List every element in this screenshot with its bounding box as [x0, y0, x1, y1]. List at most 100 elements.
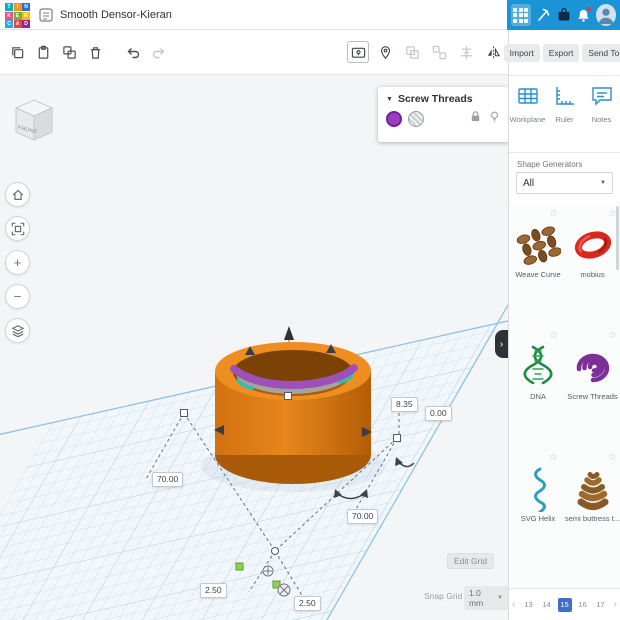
shape-tile-semi-buttress[interactable]: ☆ semi buttress t... [565, 450, 620, 572]
page-button-16[interactable]: 16 [576, 598, 590, 612]
undo-button[interactable] [122, 41, 144, 63]
raise-cone-handle[interactable] [284, 326, 294, 340]
shape-tile-weave-curve[interactable]: ☆ Weave Curve [515, 206, 561, 328]
shape-tile-svg-helix[interactable]: ☆ SVG Helix [515, 450, 561, 572]
paste-button[interactable] [32, 41, 54, 63]
logo-letter: R [22, 12, 30, 20]
shape-tile-label: semi buttress t... [565, 514, 620, 523]
import-button[interactable]: Import [504, 44, 540, 62]
scale-handle[interactable] [394, 435, 401, 442]
lock-icon[interactable] [469, 110, 482, 128]
document-title[interactable]: Smooth Densor-Kieran [60, 9, 172, 21]
scale-handle[interactable] [181, 410, 188, 417]
send-to-button[interactable]: Send To [582, 44, 620, 62]
fit-view-button[interactable] [5, 216, 30, 241]
screw-threads-thumbnail [570, 344, 616, 390]
ungroup-button[interactable] [428, 41, 450, 63]
pickaxe-icon[interactable] [535, 6, 551, 24]
prev-page-button[interactable]: ‹ [510, 599, 517, 610]
layers-view-button[interactable] [5, 318, 30, 343]
dimension-label[interactable]: 2.50 [294, 596, 321, 611]
apps-grid-icon[interactable] [511, 4, 531, 26]
zoom-in-icon: + [14, 255, 22, 270]
edit-grid-button[interactable]: Edit Grid [447, 553, 494, 569]
zoom-out-icon: − [14, 289, 22, 304]
group-button[interactable] [401, 41, 423, 63]
3d-viewport[interactable] [0, 75, 508, 620]
favorite-star-icon[interactable]: ☆ [608, 330, 617, 341]
workplane-tool[interactable]: Workplane [509, 84, 546, 124]
shape-tile-label: DNA [515, 392, 561, 401]
rotation-marker[interactable] [278, 584, 290, 596]
snap-handle[interactable] [236, 563, 243, 570]
shape-tile-label: mobius [565, 270, 620, 279]
dimension-label[interactable]: 0.00 [425, 406, 452, 421]
dimension-label[interactable]: 70.00 [152, 472, 183, 487]
shape-generators-label: Shape Generators [517, 160, 582, 169]
favorite-star-icon[interactable]: ☆ [608, 452, 617, 463]
gallery-scrollbar[interactable] [616, 206, 619, 270]
delete-button[interactable] [84, 41, 106, 63]
chevron-down-icon[interactable]: ▼ [386, 96, 393, 103]
user-avatar[interactable] [596, 4, 616, 26]
mirror-button[interactable] [482, 41, 504, 63]
shape-tile-screw-threads[interactable]: ☆ Screw Threads [565, 328, 620, 450]
logo-letter: K [5, 12, 13, 20]
lightbulb-icon[interactable] [488, 110, 501, 128]
corner-handle[interactable] [272, 548, 279, 555]
favorite-star-icon[interactable]: ☆ [549, 208, 558, 219]
ruler-tool[interactable]: Ruler [546, 84, 583, 124]
tag-tool-button[interactable] [374, 41, 396, 63]
align-button[interactable] [455, 41, 477, 63]
home-view-button[interactable] [5, 182, 30, 207]
page-button-13[interactable]: 13 [522, 598, 536, 612]
copy-button[interactable] [6, 41, 28, 63]
zoom-in-button[interactable]: + [5, 250, 30, 275]
chevron-down-icon: ▼ [600, 180, 606, 186]
page-button-14[interactable]: 14 [540, 598, 554, 612]
screw-threads-object[interactable] [201, 342, 385, 492]
transparent-swatch[interactable] [408, 111, 424, 127]
document-properties-icon[interactable] [38, 7, 54, 23]
zoom-out-button[interactable]: − [5, 284, 30, 309]
bag-icon[interactable] [555, 6, 571, 24]
duplicate-button[interactable] [58, 41, 80, 63]
shape-tile-label: Screw Threads [565, 392, 620, 401]
export-button[interactable]: Export [543, 44, 580, 62]
annotate-tool-button[interactable] [347, 41, 369, 63]
page-button-15-current[interactable]: 15 [558, 598, 572, 612]
dimension-label[interactable]: 8.35 [391, 397, 418, 412]
view-cube[interactable]: FRONT [6, 94, 60, 148]
scale-handle[interactable] [285, 393, 292, 400]
tinkercad-logo[interactable]: T I N K E R C A D [5, 3, 31, 28]
shape-inspector-title: Screw Threads [398, 93, 473, 105]
notes-tool[interactable]: Notes [583, 84, 620, 124]
dimension-label[interactable]: 70.00 [347, 509, 378, 524]
logo-letter: C [5, 20, 13, 28]
redo-button[interactable] [148, 41, 170, 63]
svg-helix-thumbnail [515, 466, 561, 512]
origin-marker[interactable] [263, 566, 273, 576]
dimension-label[interactable]: 2.50 [200, 583, 227, 598]
snap-grid-dropdown[interactable]: 1.0 mm ▼ [464, 586, 508, 610]
logo-letter: T [5, 3, 13, 11]
next-page-button[interactable]: › [612, 599, 619, 610]
favorite-star-icon[interactable]: ☆ [549, 330, 558, 341]
bell-icon[interactable] [576, 6, 592, 24]
logo-letter: D [22, 20, 30, 28]
notes-tool-label: Notes [583, 115, 620, 124]
shape-tile-mobius[interactable]: ☆ mobius [565, 206, 620, 328]
page-button-17[interactable]: 17 [594, 598, 608, 612]
shape-tile-dna[interactable]: ☆ DNA [515, 328, 561, 450]
workplane-tool-label: Workplane [509, 115, 546, 124]
weave-curve-thumbnail [515, 222, 561, 268]
3d-canvas[interactable]: FRONT + − ▼ Screw Threads 8.35 0.0 [0, 30, 508, 620]
shape-generators-selected: All [523, 178, 534, 189]
favorite-star-icon[interactable]: ☆ [549, 452, 558, 463]
sidebar-collapse-tab[interactable]: › [495, 330, 508, 358]
solid-color-swatch[interactable] [386, 111, 402, 127]
ruler-tool-label: Ruler [546, 115, 583, 124]
shape-generators-dropdown[interactable]: All ▼ [516, 172, 613, 194]
canvas-toolbar [0, 30, 508, 75]
semi-buttress-thumbnail [570, 466, 616, 512]
